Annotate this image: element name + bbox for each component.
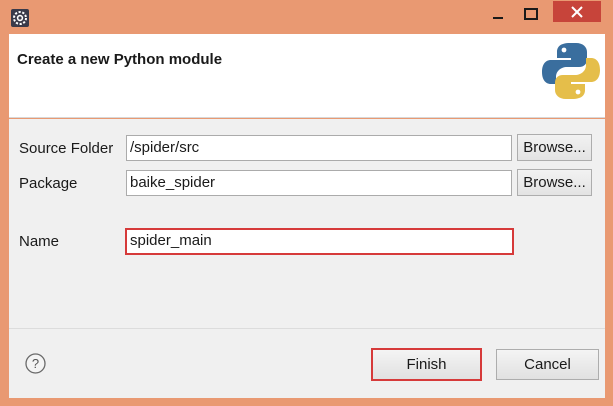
close-icon — [571, 5, 583, 18]
name-label: Name — [19, 233, 60, 250]
maximize-button[interactable] — [518, 0, 544, 28]
source-folder-label: Source Folder — [19, 140, 114, 157]
package-browse-button[interactable]: Browse... — [517, 169, 592, 196]
name-input[interactable]: spider_main — [125, 228, 514, 255]
python-logo-icon — [542, 43, 600, 99]
new-python-module-dialog: Create a new Python module Source Folder… — [0, 0, 613, 406]
package-input[interactable]: baike_spider — [126, 170, 512, 196]
maximize-icon — [524, 8, 538, 20]
button-bar: ? Finish Cancel — [9, 328, 605, 398]
dialog-header: Create a new Python module — [9, 34, 605, 118]
close-button[interactable] — [553, 1, 601, 22]
source-folder-input[interactable]: /spider/src — [126, 135, 512, 161]
help-icon[interactable]: ? — [25, 353, 46, 374]
minimize-button[interactable] — [478, 0, 518, 28]
package-label: Package — [19, 175, 78, 192]
eclipse-gear-icon[interactable] — [11, 9, 29, 27]
svg-text:?: ? — [32, 356, 39, 371]
dialog-title: Create a new Python module — [17, 51, 223, 68]
form-panel: Source Folder /spider/src Browse... Pack… — [9, 119, 605, 328]
minimize-icon — [493, 17, 503, 19]
source-folder-browse-button[interactable]: Browse... — [517, 134, 592, 161]
title-bar[interactable] — [0, 0, 613, 34]
cancel-button[interactable]: Cancel — [496, 349, 599, 380]
finish-button[interactable]: Finish — [371, 348, 482, 381]
